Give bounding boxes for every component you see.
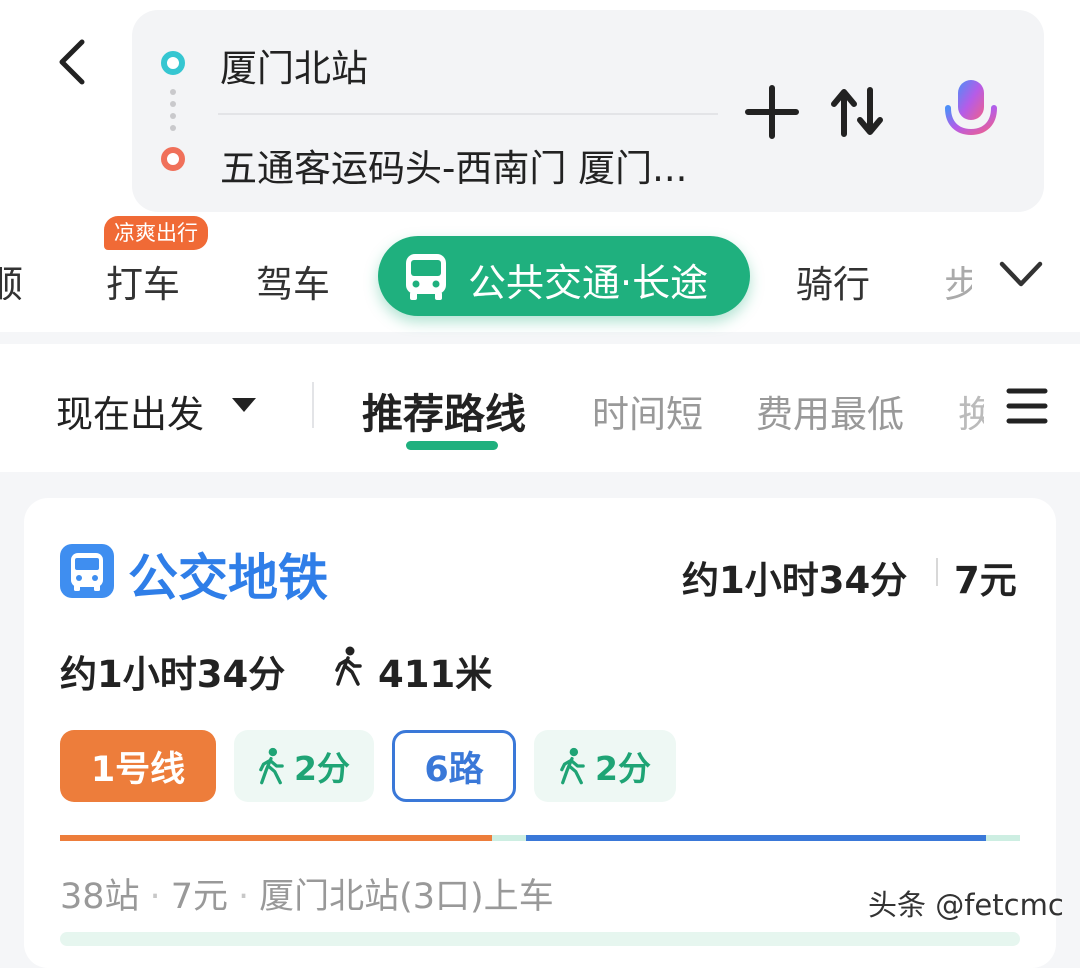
mode-tab-walk-partial[interactable]: 步 (944, 254, 972, 300)
depart-time-select[interactable]: 现在出发 (56, 384, 204, 438)
route-duration: 约1小时34分 (60, 653, 286, 696)
route-divider (218, 113, 718, 115)
caret-down-icon[interactable] (230, 396, 258, 414)
segment-walk-time: 2分 (595, 749, 651, 788)
menu-icon[interactable] (1006, 386, 1048, 426)
boarding-info: 厦门北站(3口)上车 (259, 877, 554, 917)
mode-tab-partial[interactable]: 顺 (0, 254, 34, 300)
walk-icon (259, 747, 284, 785)
mode-tab-drive[interactable]: 驾车 (256, 254, 330, 308)
destination-field[interactable]: 五通客运码头-西南门 厦门... (220, 138, 740, 192)
option-shortest-time[interactable]: 时间短 (592, 384, 703, 438)
mode-tab-taxi[interactable]: 打车 (106, 254, 180, 308)
segment-walk: 2分 (234, 730, 374, 802)
chevron-down-icon[interactable] (998, 258, 1044, 290)
detail-fare: 7元 (170, 877, 228, 917)
end-point-icon (160, 146, 186, 172)
back-arrow-icon[interactable] (52, 38, 96, 86)
mode-tab-transit-label: 公共交通·长途 (468, 261, 709, 305)
time-price-divider (936, 558, 938, 586)
add-stop-icon[interactable] (744, 84, 800, 140)
swap-route-icon[interactable] (830, 84, 884, 140)
mode-tab-bike[interactable]: 骑行 (796, 254, 870, 308)
walk-distance: 411米 (378, 653, 493, 696)
station-count: 38站 (60, 877, 140, 917)
progress-walk (492, 835, 526, 841)
option-recommended[interactable]: 推荐路线 (362, 380, 526, 440)
microphone-icon[interactable] (940, 78, 1002, 146)
progress-metro (60, 835, 492, 841)
bus-icon (400, 250, 452, 302)
route-total-time: 约1小时34分 (682, 559, 908, 602)
watermark: 头条 @fetcmc (868, 888, 1064, 922)
origin-field[interactable]: 厦门北站 (220, 38, 368, 92)
route-type-title: 公交地铁 (128, 549, 328, 607)
segment-bus-line: 6路 (392, 730, 516, 802)
options-divider (312, 382, 314, 428)
segment-walk: 2分 (534, 730, 676, 802)
option-partial[interactable]: 换 (958, 384, 984, 430)
option-lowest-cost[interactable]: 费用最低 (756, 384, 904, 438)
progress-bus (526, 835, 986, 841)
next-section-strip (60, 932, 1020, 946)
route-detail: 38站 · 7元 · 厦门北站(3口)上车 (60, 877, 554, 917)
progress-walk (986, 835, 1020, 841)
mode-tab-transit[interactable]: 公共交通·长途 (378, 236, 750, 316)
walk-icon (334, 646, 362, 686)
route-price: 7元 (954, 559, 1017, 602)
walk-icon (560, 747, 585, 785)
segment-walk-time: 2分 (294, 749, 350, 788)
segment-metro-line: 1号线 (60, 730, 216, 802)
option-active-indicator (406, 441, 498, 450)
start-point-icon (160, 50, 186, 76)
promo-badge: 凉爽出行 (104, 216, 208, 250)
route-connector (168, 86, 178, 140)
bus-metro-icon (60, 544, 114, 598)
